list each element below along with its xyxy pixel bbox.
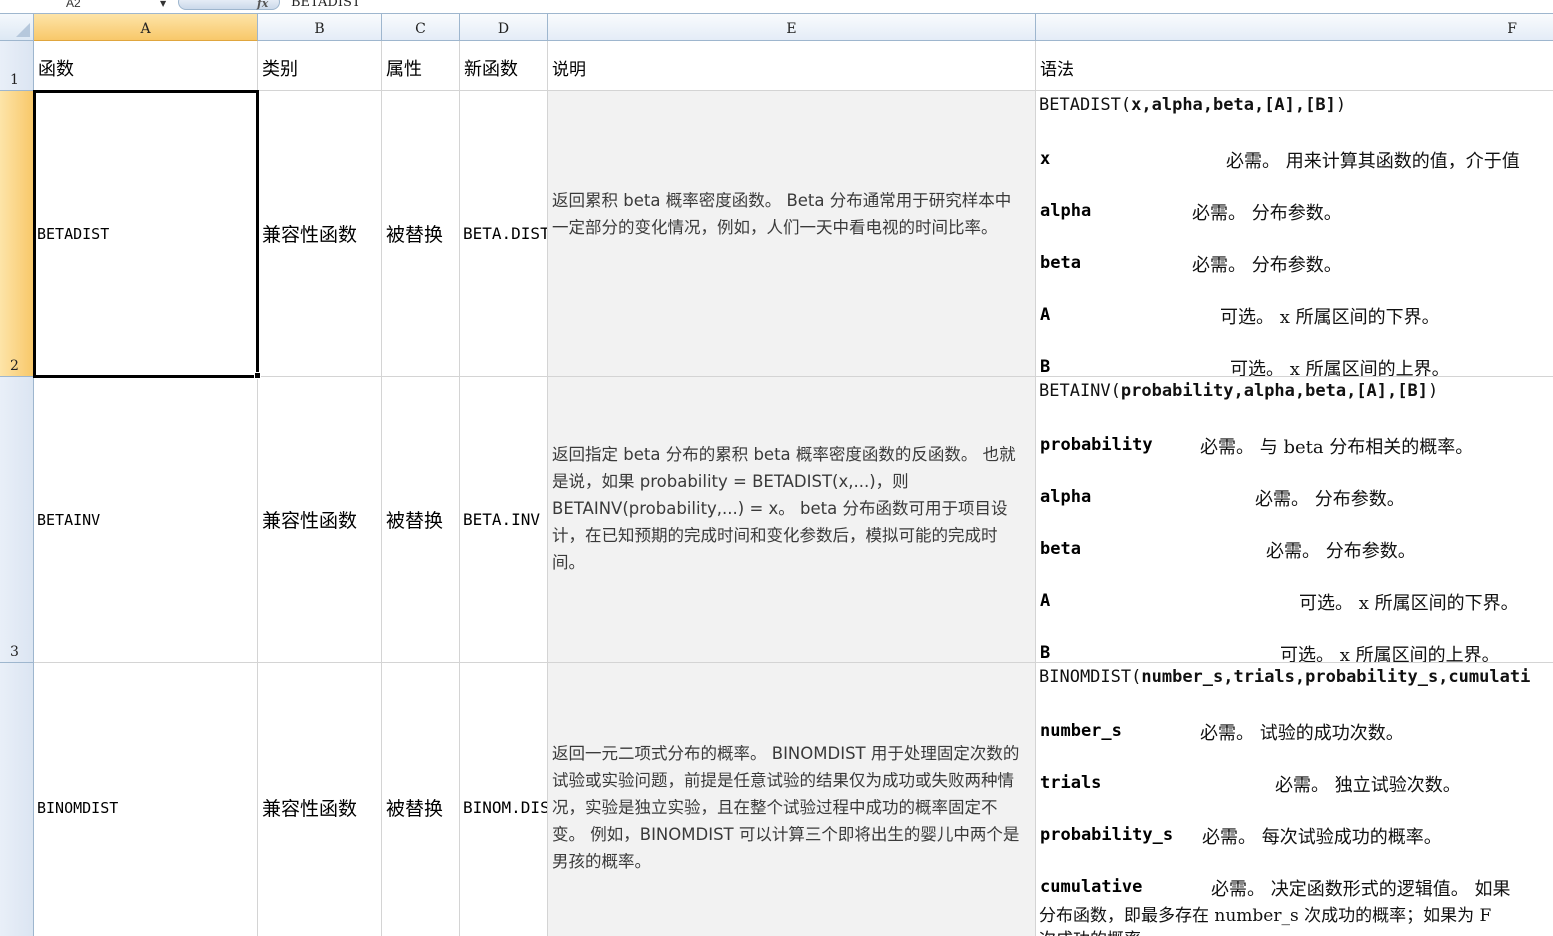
- cell-f4[interactable]: BINOMDIST(number_s,trials,probability_s,…: [1036, 663, 1553, 936]
- param-desc: 可选。 x 所属区间的下界。: [1220, 307, 1440, 328]
- row-header-1[interactable]: 1: [0, 41, 34, 91]
- cell-d2[interactable]: BETA.DIST: [460, 91, 548, 377]
- cell-c4[interactable]: 被替换: [382, 663, 460, 936]
- syntax-continuation: 次成功的概率。: [1039, 925, 1158, 936]
- cell-e3[interactable]: 返回指定 beta 分布的累积 beta 概率密度函数的反函数。 也就是说，如果…: [548, 377, 1036, 663]
- formula-input[interactable]: BETADIST: [291, 0, 361, 10]
- cell-f2[interactable]: BETADIST(x,alpha,beta,[A],[B]) x 必需。 用来计…: [1036, 91, 1553, 377]
- syntax-line: BETAINV(probability,alpha,beta,[A],[B]): [1039, 381, 1439, 401]
- param-name: trials: [1040, 773, 1102, 793]
- cell-b2[interactable]: 兼容性函数: [258, 91, 382, 377]
- param-name: B: [1040, 643, 1051, 663]
- param-desc: 必需。 用来计算其函数的值，介于值: [1226, 151, 1520, 172]
- param-name: probability_s: [1040, 825, 1174, 845]
- param-name: alpha: [1040, 201, 1092, 221]
- param-name: B: [1040, 357, 1051, 377]
- cell-c1[interactable]: 属性: [382, 41, 460, 91]
- cell-f3[interactable]: BETAINV(probability,alpha,beta,[A],[B]) …: [1036, 377, 1553, 663]
- chevron-down-icon[interactable]: ▼: [160, 0, 166, 8]
- description-text: 返回累积 beta 概率密度函数。 Beta 分布通常用于研究样本中一定部分的变…: [552, 190, 1012, 237]
- row-header-3[interactable]: 3: [0, 377, 34, 663]
- cell-d3[interactable]: BETA.INV: [460, 377, 548, 663]
- param-name: probability: [1040, 435, 1153, 455]
- param-name: x: [1040, 149, 1051, 169]
- syntax-line: BINOMDIST(number_s,trials,probability_s,…: [1039, 667, 1531, 687]
- select-all-button[interactable]: [0, 14, 34, 41]
- param-desc: 必需。 分布参数。: [1255, 489, 1405, 510]
- cell-b1[interactable]: 类别: [258, 41, 382, 91]
- param-name: alpha: [1040, 487, 1092, 507]
- syntax-line: BETADIST(x,alpha,beta,[A],[B]): [1039, 95, 1347, 115]
- row-header-4[interactable]: 4: [0, 663, 34, 936]
- cell-e4[interactable]: 返回一元二项式分布的概率。 BINOMDIST 用于处理固定次数的试验或实验问题…: [548, 663, 1036, 936]
- column-header-a[interactable]: A: [34, 14, 258, 41]
- cell-c2[interactable]: 被替换: [382, 91, 460, 377]
- column-header-d[interactable]: D: [460, 14, 548, 41]
- param-desc: 必需。 分布参数。: [1266, 541, 1416, 562]
- row-header-2[interactable]: 2: [0, 91, 34, 377]
- fill-handle[interactable]: [254, 372, 261, 379]
- param-desc: 必需。 试验的成功次数。: [1200, 723, 1404, 744]
- cell-e2[interactable]: 返回累积 beta 概率密度函数。 Beta 分布通常用于研究样本中一定部分的变…: [548, 91, 1036, 377]
- param-name: beta: [1040, 539, 1081, 559]
- param-desc: 必需。 与 beta 分布相关的概率。: [1200, 437, 1474, 458]
- param-name: cumulative: [1040, 877, 1143, 897]
- cell-a2[interactable]: BETADIST: [33, 90, 259, 378]
- row-number: 2: [10, 358, 19, 374]
- syntax-continuation: 分布函数，即最多存在 number_s 次成功的概率；如果为 F: [1039, 906, 1492, 926]
- param-name: A: [1040, 591, 1051, 611]
- param-desc: 可选。 x 所属区间的上界。: [1280, 645, 1500, 663]
- description-text: 返回指定 beta 分布的累积 beta 概率密度函数的反函数。 也就是说，如果…: [552, 445, 1016, 572]
- column-header-f[interactable]: F: [1036, 14, 1553, 41]
- cell-d1[interactable]: 新函数: [460, 41, 548, 91]
- param-desc: 必需。 决定函数形式的逻辑值。 如果: [1211, 879, 1511, 900]
- cell-b3[interactable]: 兼容性函数: [258, 377, 382, 663]
- cell-e1[interactable]: 说明: [548, 41, 1036, 91]
- row-number: 1: [10, 72, 19, 88]
- cell-a3[interactable]: BETAINV: [34, 377, 258, 663]
- formula-bar: A2 ▼ fx BETADIST: [0, 0, 1553, 14]
- column-header-b[interactable]: B: [258, 14, 382, 41]
- param-desc: 必需。 独立试验次数。: [1275, 775, 1461, 796]
- param-name: beta: [1040, 253, 1081, 273]
- column-header-e[interactable]: E: [548, 14, 1036, 41]
- param-name: A: [1040, 305, 1051, 325]
- param-desc: 可选。 x 所属区间的下界。: [1299, 593, 1519, 614]
- name-box-value: A2: [66, 0, 81, 10]
- param-desc: 必需。 分布参数。: [1192, 255, 1342, 276]
- cell-f1[interactable]: 语法: [1036, 41, 1553, 91]
- cell-a1[interactable]: 函数: [34, 41, 258, 91]
- cell-d4[interactable]: BINOM.DIST: [460, 663, 548, 936]
- column-header-c[interactable]: C: [382, 14, 460, 41]
- cell-b4[interactable]: 兼容性函数: [258, 663, 382, 936]
- param-desc: 可选。 x 所属区间的上界。: [1230, 359, 1450, 377]
- select-all-icon: [16, 23, 30, 37]
- description-text: 返回一元二项式分布的概率。 BINOMDIST 用于处理固定次数的试验或实验问题…: [552, 744, 1020, 871]
- name-box[interactable]: A2: [0, 0, 170, 12]
- cell-a4[interactable]: BINOMDIST: [34, 663, 258, 936]
- cell-c3[interactable]: 被替换: [382, 377, 460, 663]
- param-name: number_s: [1040, 721, 1122, 741]
- fx-icon[interactable]: fx: [257, 0, 268, 10]
- param-desc: 必需。 每次试验成功的概率。: [1202, 827, 1442, 848]
- param-desc: 必需。 分布参数。: [1192, 203, 1342, 224]
- row-number: 3: [10, 644, 19, 660]
